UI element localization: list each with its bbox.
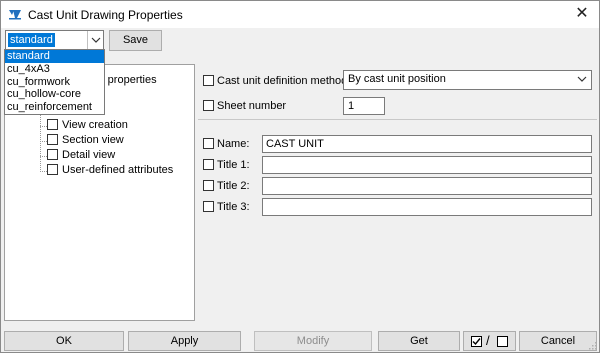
- name-row[interactable]: Name:: [203, 137, 249, 153]
- definition-method-select[interactable]: By cast unit position: [343, 70, 592, 90]
- tree-item-section-view[interactable]: Section view: [47, 133, 124, 148]
- toggle-all-button[interactable]: /: [463, 331, 516, 351]
- sheet-number-row[interactable]: Sheet number: [203, 99, 286, 115]
- name-checkbox[interactable]: [203, 137, 214, 149]
- dropdown-option[interactable]: cu_reinforcement: [5, 101, 104, 114]
- tree-item-label: Section view: [62, 134, 124, 146]
- tree-connector: [40, 141, 47, 142]
- title3-label: Title 3:: [217, 201, 250, 213]
- ok-button[interactable]: OK: [4, 331, 124, 351]
- definition-method-checkbox[interactable]: [203, 74, 214, 86]
- title3-row[interactable]: Title 3:: [203, 200, 250, 216]
- title2-field[interactable]: [262, 177, 592, 195]
- sheet-number-label: Sheet number: [217, 100, 287, 112]
- toggle-separator: /: [486, 333, 490, 348]
- tree-item-label: View creation: [62, 119, 128, 131]
- save-button[interactable]: Save: [109, 30, 162, 51]
- tree-item-detail-view[interactable]: Detail view: [47, 148, 116, 163]
- sheet-number-field[interactable]: 1: [343, 97, 385, 115]
- tree-item-checkbox[interactable]: [47, 148, 58, 160]
- dropdown-option[interactable]: cu_formwork: [5, 76, 104, 89]
- title2-row[interactable]: Title 2:: [203, 179, 250, 195]
- tree-connector: [40, 171, 47, 172]
- name-label: Name:: [217, 138, 250, 150]
- title-bar: Cast Unit Drawing Properties ✕: [1, 1, 599, 28]
- dropdown-option[interactable]: standard: [5, 50, 104, 63]
- definition-method-label: Cast unit definition method: [217, 75, 348, 87]
- resize-grip-icon[interactable]: [587, 340, 597, 350]
- tree-item-view-creation[interactable]: View creation: [47, 118, 128, 133]
- dialog-window: Cast Unit Drawing Properties ✕ standard …: [0, 0, 600, 353]
- get-button[interactable]: Get: [378, 331, 460, 351]
- title3-field[interactable]: [262, 198, 592, 216]
- title1-field[interactable]: [262, 156, 592, 174]
- tekla-drawing-icon: [8, 8, 22, 20]
- tree-connector: [40, 126, 47, 127]
- tree-item-checkbox[interactable]: [47, 118, 58, 130]
- settings-combo[interactable]: standard: [5, 30, 104, 50]
- chevron-down-icon[interactable]: [87, 31, 103, 49]
- tree-item-checkbox[interactable]: [47, 133, 58, 145]
- tree-item-user-defined-attributes[interactable]: User-defined attributes: [47, 163, 174, 178]
- unchecked-box-icon: [497, 336, 508, 347]
- settings-dropdown-list[interactable]: standard cu_4xA3 cu_formwork cu_hollow-c…: [4, 49, 105, 115]
- name-field[interactable]: CAST UNIT: [262, 135, 592, 153]
- chevron-down-icon[interactable]: [577, 72, 587, 92]
- apply-button[interactable]: Apply: [128, 331, 241, 351]
- title1-label: Title 1:: [217, 159, 250, 171]
- sheet-number-checkbox[interactable]: [203, 99, 214, 111]
- title3-checkbox[interactable]: [203, 200, 214, 212]
- tree-item-label: User-defined attributes: [62, 164, 174, 176]
- tree-connector: [40, 156, 47, 157]
- dropdown-option[interactable]: cu_hollow-core: [5, 88, 104, 101]
- definition-method-row[interactable]: Cast unit definition method: [203, 74, 347, 90]
- title1-checkbox[interactable]: [203, 158, 214, 170]
- modify-button[interactable]: Modify: [254, 331, 372, 351]
- tree-item-label: Detail view: [62, 149, 116, 161]
- window-title: Cast Unit Drawing Properties: [28, 8, 183, 22]
- close-icon[interactable]: ✕: [571, 3, 593, 25]
- checked-box-icon: [471, 336, 482, 347]
- title2-label: Title 2:: [217, 180, 250, 192]
- title2-checkbox[interactable]: [203, 179, 214, 191]
- definition-method-value: By cast unit position: [348, 73, 446, 85]
- settings-combo-value: standard: [8, 33, 55, 47]
- cancel-button[interactable]: Cancel: [519, 331, 597, 351]
- dropdown-option[interactable]: cu_4xA3: [5, 63, 104, 76]
- tree-item-checkbox[interactable]: [47, 163, 58, 175]
- title1-row[interactable]: Title 1:: [203, 158, 250, 174]
